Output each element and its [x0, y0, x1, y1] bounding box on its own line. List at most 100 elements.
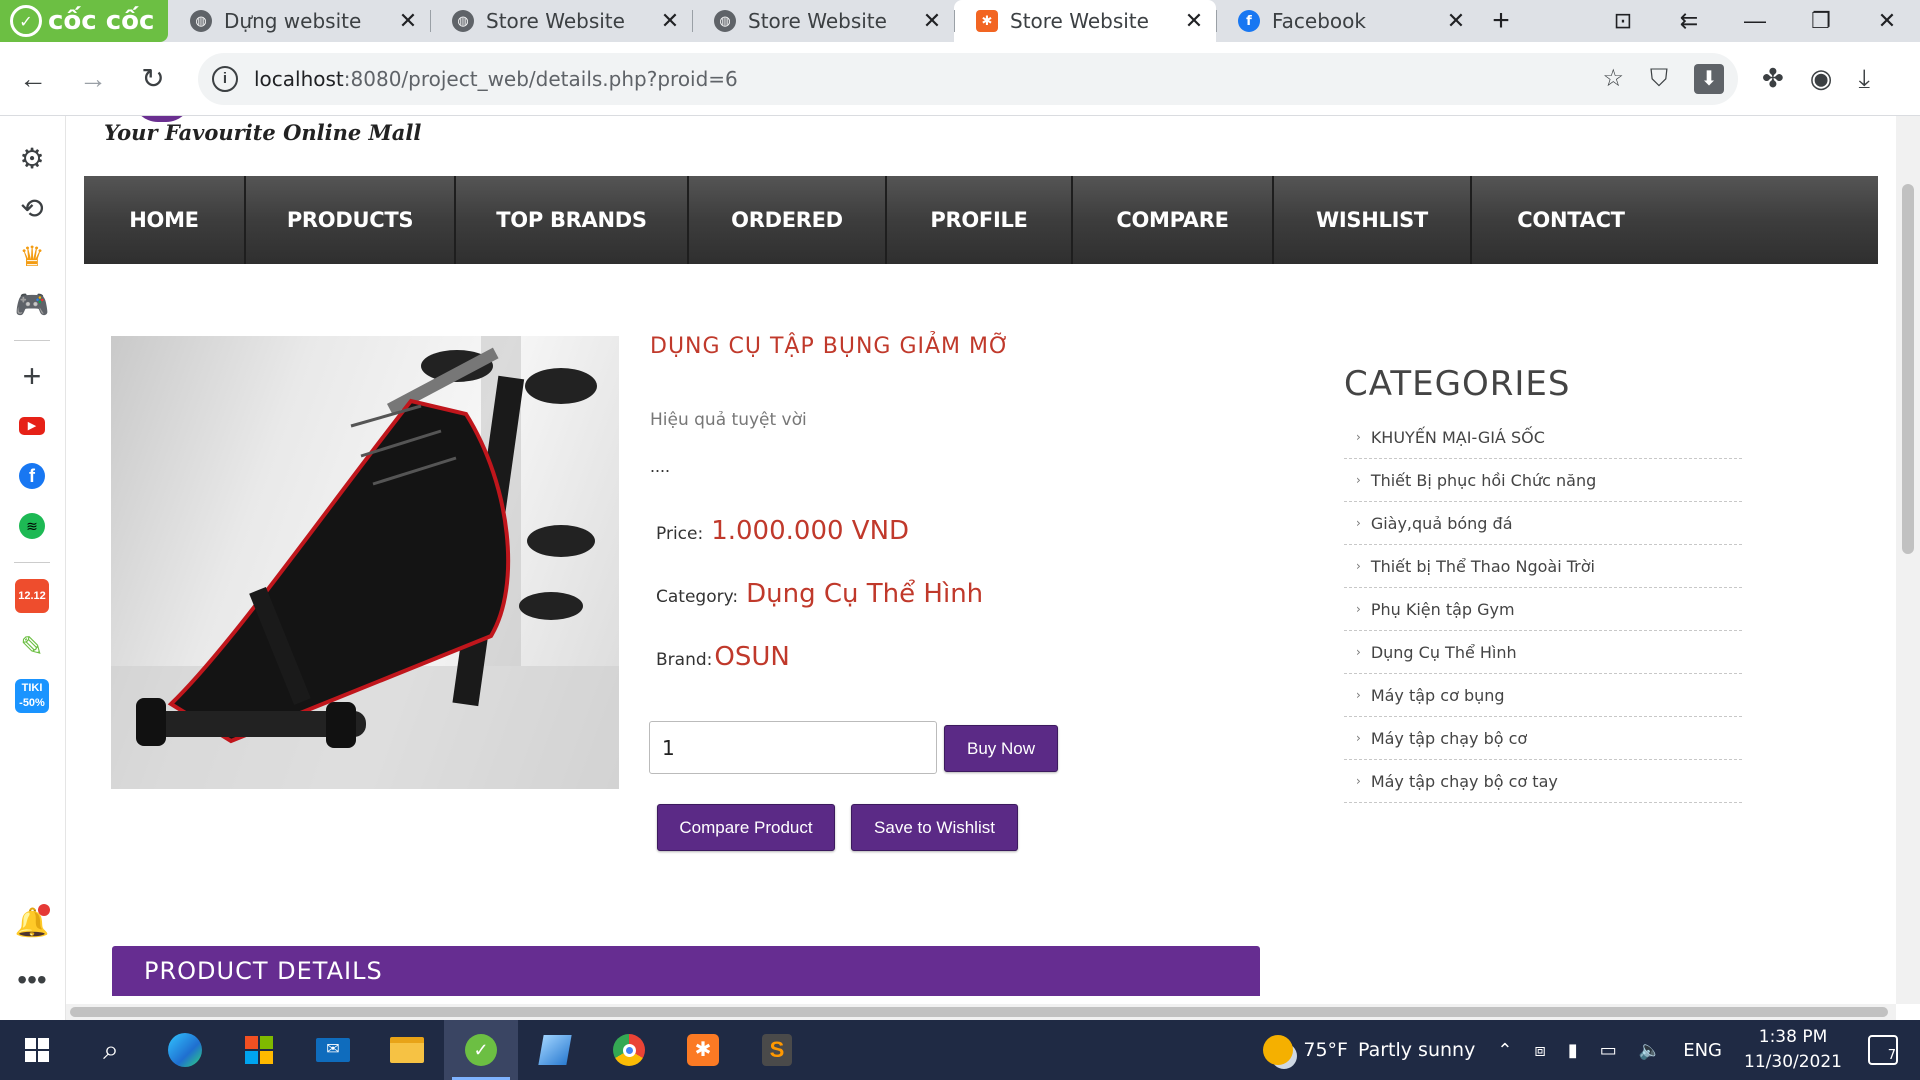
history-icon[interactable]: ⟲ [14, 190, 50, 226]
chevron-up-icon[interactable]: ⌃ [1497, 1040, 1512, 1061]
edge-icon[interactable] [148, 1020, 222, 1080]
back-button[interactable]: ← [6, 52, 60, 106]
clock-date: 11/30/2021 [1744, 1052, 1842, 1072]
menu-profile[interactable]: PROFILE [887, 176, 1073, 264]
vertical-scroll-thumb[interactable] [1902, 184, 1914, 554]
tab-3-active[interactable]: ✱ Store Website ✕ [954, 0, 1216, 42]
shield-icon[interactable]: ⛉ [1650, 65, 1668, 93]
browser-sidebar: ⚙ ⟲ ♛ 🎮 + ▶ f ≋ 12.12 ✎ TIKI -50% 🔔 ••• [0, 116, 66, 1020]
category-item-label: Phụ Kiện tập Gym [1370, 599, 1515, 619]
close-tab-icon[interactable]: ✕ [658, 9, 682, 34]
minimize-icon[interactable]: — [1722, 8, 1788, 34]
close-window-icon[interactable]: ✕ [1854, 8, 1920, 34]
notification-count: 7 [1887, 1048, 1896, 1063]
coccoc-logo-icon: ✓ [10, 5, 42, 37]
coccoc-menu-button[interactable]: ✓ cốc cốc [0, 0, 168, 42]
buy-now-button[interactable]: Buy Now [944, 725, 1058, 772]
reload-button[interactable]: ↻ [126, 52, 180, 106]
menu-compare[interactable]: COMPARE [1073, 176, 1274, 264]
search-icon[interactable]: ⌕ [74, 1020, 148, 1080]
facebook-icon[interactable]: f [14, 458, 50, 494]
tiki-icon[interactable]: TIKI -50% [14, 678, 50, 714]
tab-search-icon[interactable]: ⊡ [1590, 8, 1656, 34]
battery-icon[interactable]: ▭ [1600, 1040, 1617, 1061]
category-item[interactable]: › Máy tập chạy bộ cơ tay [1344, 760, 1742, 803]
clock[interactable]: 1:38 PM 11/30/2021 [1744, 1025, 1842, 1075]
category-item[interactable]: › Giày,quả bóng đá [1344, 502, 1742, 545]
download-video-icon[interactable]: ⬇ [1694, 63, 1724, 94]
language-indicator[interactable]: ENG [1683, 1040, 1722, 1061]
category-item[interactable]: › Phụ Kiện tập Gym [1344, 588, 1742, 631]
menu-top-brands[interactable]: TOP BRANDS [456, 176, 689, 264]
menu-home[interactable]: HOME [84, 176, 246, 264]
xampp-taskbar-icon[interactable]: ✱ [666, 1020, 740, 1080]
meet-now-icon[interactable]: ⧈ [1534, 1040, 1545, 1061]
category-item[interactable]: › Thiết Bị phục hồi Chức năng [1344, 459, 1742, 502]
category-item[interactable]: › KHUYẾN MẠI-GIÁ SỐC [1344, 416, 1742, 459]
more-options-icon[interactable]: ••• [14, 962, 50, 998]
extensions-icon[interactable]: ✤ [1762, 63, 1784, 95]
category-item-label: KHUYẾN MẠI-GIÁ SỐC [1370, 427, 1545, 447]
category-item[interactable]: › Máy tập cơ bụng [1344, 674, 1742, 717]
weather-widget[interactable]: 75°F Partly sunny [1263, 1035, 1475, 1065]
bookmark-star-icon[interactable]: ☆ [1602, 64, 1624, 93]
menu-products[interactable]: PRODUCTS [246, 176, 456, 264]
horizontal-scrollbar[interactable] [66, 1004, 1896, 1020]
address-bar[interactable]: i localhost:8080/project_web/details.php… [198, 52, 1738, 105]
url-path: :8080/project_web/details.php?proid=6 [343, 66, 738, 91]
url-host: localhost [254, 66, 344, 91]
sublime-text-icon[interactable]: S [740, 1020, 814, 1080]
file-explorer-icon[interactable] [370, 1020, 444, 1080]
coccoc-game-icon[interactable]: ✎ [14, 628, 50, 664]
forward-button[interactable]: → [66, 52, 120, 106]
restore-icon[interactable]: ❐ [1788, 8, 1854, 34]
site-info-icon[interactable]: i [212, 65, 238, 92]
horizontal-scroll-thumb[interactable] [70, 1007, 1888, 1017]
volume-icon[interactable]: 🔈 [1639, 1040, 1661, 1061]
url-text[interactable]: localhost:8080/project_web/details.php?p… [254, 67, 738, 91]
category-item[interactable]: › Thiết bị Thể Thao Ngoài Trời [1344, 545, 1742, 588]
brand-value: OSUN [714, 642, 790, 672]
notes-app-icon[interactable] [518, 1020, 592, 1080]
globe-icon: ◍ [714, 10, 736, 32]
category-item[interactable]: › Dụng Cụ Thể Hình [1344, 631, 1742, 674]
save-to-wishlist-button[interactable]: Save to Wishlist [851, 804, 1018, 851]
close-tab-icon[interactable]: ✕ [1444, 9, 1468, 34]
windows-start-icon[interactable] [0, 1020, 74, 1080]
close-tab-icon[interactable]: ✕ [920, 9, 944, 34]
vertical-scrollbar[interactable] [1896, 116, 1920, 1004]
menu-contact[interactable]: CONTACT [1472, 176, 1670, 264]
youtube-icon[interactable]: ▶ [14, 408, 50, 444]
microphone-icon[interactable]: ▮ [1568, 1040, 1578, 1061]
shopee-icon[interactable]: 12.12 [14, 578, 50, 614]
tab-1[interactable]: ◍ Store Website ✕ [430, 0, 692, 42]
gamepad-icon[interactable]: 🎮 [14, 286, 50, 322]
new-tab-button[interactable]: + [1478, 0, 1524, 42]
store-icon[interactable] [222, 1020, 296, 1080]
notification-center-icon[interactable]: 7 [1868, 1035, 1898, 1065]
temperature-text: 75°F [1303, 1039, 1348, 1061]
add-sidebar-icon[interactable]: + [14, 358, 50, 394]
tab-4[interactable]: f Facebook ✕ [1216, 0, 1478, 42]
chrome-icon[interactable] [592, 1020, 666, 1080]
quantity-input[interactable] [649, 721, 937, 774]
menu-ordered[interactable]: ORDERED [689, 176, 887, 264]
tab-2[interactable]: ◍ Store Website ✕ [692, 0, 954, 42]
crown-icon[interactable]: ♛ [14, 238, 50, 274]
menu-wishlist[interactable]: WISHLIST [1274, 176, 1472, 264]
profile-icon[interactable]: ◉ [1810, 63, 1833, 95]
sidebar-divider [14, 562, 50, 563]
compare-product-button[interactable]: Compare Product [657, 804, 835, 851]
notifications-bell-icon[interactable]: 🔔 [14, 904, 50, 940]
coccoc-taskbar-icon[interactable]: ✓ [444, 1020, 518, 1080]
downloads-icon[interactable]: ⤓ [1858, 63, 1870, 95]
close-tab-icon[interactable]: ✕ [396, 9, 420, 34]
spotify-icon[interactable]: ≋ [14, 508, 50, 544]
product-details-header: PRODUCT DETAILS [112, 946, 1260, 996]
category-item[interactable]: › Máy tập chạy bộ cơ [1344, 717, 1742, 760]
back-history-icon[interactable]: ⇇ [1656, 8, 1722, 34]
tab-0[interactable]: ◍ Dựng website ✕ [168, 0, 430, 42]
settings-gear-icon[interactable]: ⚙ [14, 140, 50, 176]
close-tab-icon[interactable]: ✕ [1182, 9, 1206, 34]
mail-icon[interactable]: ✉ [296, 1020, 370, 1080]
